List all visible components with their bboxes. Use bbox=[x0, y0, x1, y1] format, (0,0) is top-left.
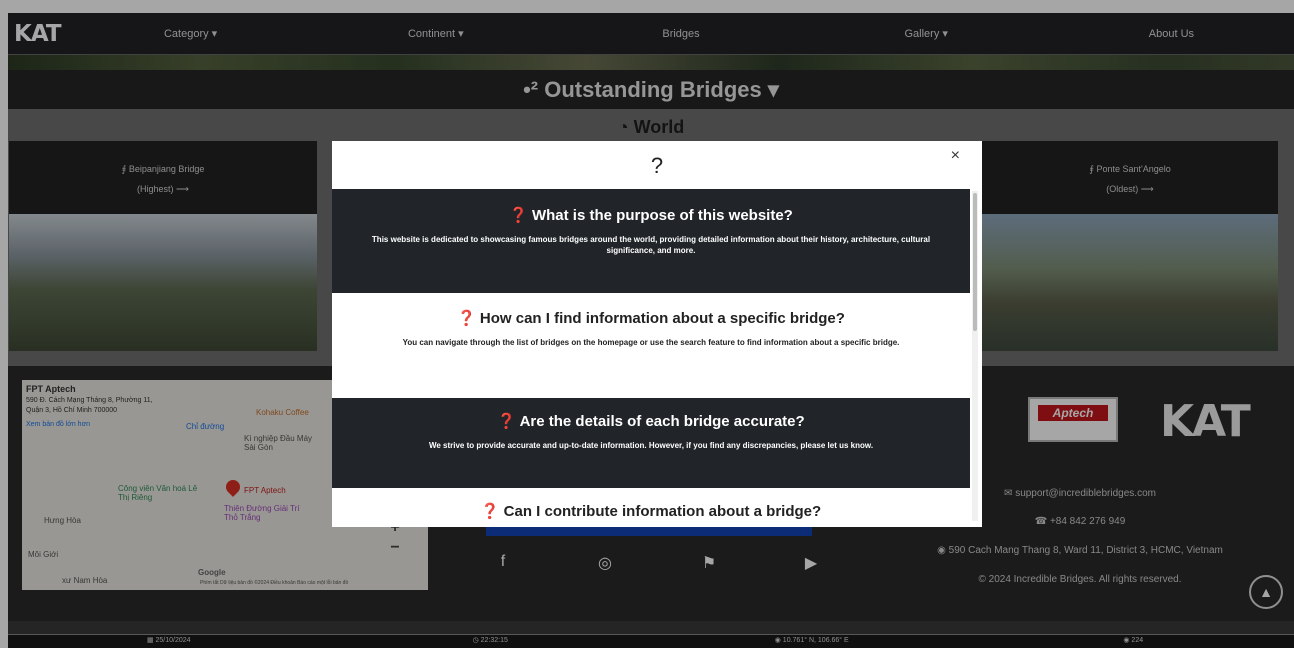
faq-question-3: ❓ Are the details of each bridge accurat… bbox=[497, 413, 805, 430]
faq-question-4: ❓ Can I contribute information about a b… bbox=[480, 503, 822, 520]
modal-close-button[interactable]: × bbox=[951, 146, 960, 166]
faq-item-4: ❓ Can I contribute information about a b… bbox=[332, 488, 970, 527]
faq-answer-3: We strive to provide accurate and up-to-… bbox=[428, 441, 874, 450]
faq-item-3: ❓ Are the details of each bridge accurat… bbox=[332, 398, 970, 488]
modal-scrollbar-thumb[interactable] bbox=[973, 193, 977, 331]
faq-item-1: ❓ What is the purpose of this website? T… bbox=[332, 189, 970, 293]
faq-item-2: ❓ How can I find information about a spe… bbox=[332, 293, 970, 398]
faq-modal: ? × ❓ What is the purpose of this websit… bbox=[332, 141, 982, 527]
modal-title: ? bbox=[650, 153, 664, 178]
faq-question-1: ❓ What is the purpose of this website? bbox=[509, 207, 793, 224]
faq-answer-1: This website is dedicated to showcasing … bbox=[371, 235, 931, 255]
faq-answer-2: You can navigate through the list of bri… bbox=[402, 338, 900, 347]
faq-question-2: ❓ How can I find information about a spe… bbox=[457, 310, 845, 327]
